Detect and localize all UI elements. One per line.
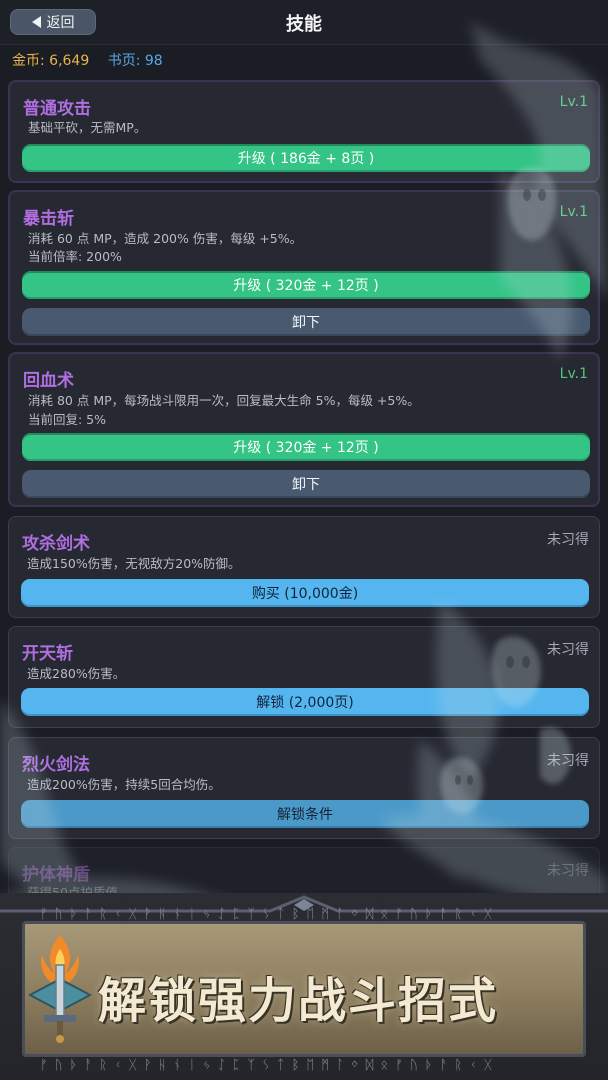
rune-border-bottom: ᚠᚢᚦᚨᚱᚲᚷᚹᚺᚾᛁᛃᛇᛈᛉᛊᛏᛒᛖᛗᛚᛜᛞᛟᚠᚢᚦᚨᚱᚲᚷ (40, 1058, 499, 1073)
skill-status: 未习得 (547, 863, 589, 879)
skill-status: 未习得 (547, 532, 589, 548)
flaming-sword-icon (27, 935, 93, 1043)
skill-description: 消耗 80 点 MP，每场战斗限用一次，回复最大生命 5%，每级 +5%。 (28, 393, 420, 408)
page-title: 技能 (286, 14, 322, 35)
skill-card-blazing-sword: 烈火剑法 未习得 造成200%伤害，持续5回合均伤。 解锁条件 (8, 737, 600, 839)
top-bar: 返回 技能 (0, 0, 608, 45)
skill-card-assault-sword: 攻杀剑术 未习得 造成150%伤害，无视敌方20%防御。 购买 (10,000金… (8, 516, 600, 618)
currency-bar: 金币: 6,649 书页: 98 (12, 50, 163, 70)
skill-status: 未习得 (547, 753, 589, 769)
skill-name: 普通攻击 (23, 99, 91, 119)
unlock-button[interactable]: 解锁 (2,000页) (21, 688, 589, 716)
skill-description: 消耗 60 点 MP，造成 200% 伤害，每级 +5%。 (28, 231, 303, 246)
upgrade-button[interactable]: 升级 ( 320金 + 12页 ) (22, 271, 590, 299)
skill-name: 回血术 (23, 371, 74, 391)
unequip-button[interactable]: 卸下 (22, 470, 590, 498)
skill-description: 造成200%伤害，持续5回合均伤。 (27, 777, 221, 792)
skill-card-basic-attack: 普通攻击 Lv.1 基础平砍，无需MP。 升级 ( 186金 + 8页 ) (8, 80, 600, 183)
upgrade-button[interactable]: 升级 ( 186金 + 8页 ) (22, 144, 590, 172)
skill-name: 暴击斩 (23, 209, 74, 229)
skill-current-value: 当前回复: 5% (28, 412, 107, 427)
skill-name: 攻杀剑术 (22, 534, 90, 554)
skill-description: 造成150%伤害，无视敌方20%防御。 (27, 556, 241, 571)
skill-name: 护体神盾 (22, 865, 90, 885)
skill-name: 开天斩 (22, 644, 73, 664)
skill-level: Lv.1 (559, 204, 588, 220)
unequip-button[interactable]: 卸下 (22, 308, 590, 336)
skill-current-value: 当前倍率: 200% (28, 249, 122, 264)
rune-border-top: ᚠᚢᚦᚨᚱᚲᚷᚹᚺᚾᛁᛃᛇᛈᛉᛊᛏᛒᛖᛗᛚᛜᛞᛟᚠᚢᚦᚨᚱᚲᚷ (40, 907, 499, 922)
banner-slogan: 解锁强力战斗招式 (98, 973, 499, 1029)
pages-count: 书页: 98 (107, 53, 163, 69)
skill-level: Lv.1 (559, 366, 588, 382)
skill-card-sky-splitter: 开天斩 未习得 造成280%伤害。 解锁 (2,000页) (8, 626, 600, 728)
buy-button[interactable]: 购买 (10,000金) (21, 579, 589, 607)
promo-banner: ᚠᚢᚦᚨᚱᚲᚷᚹᚺᚾᛁᛃᛇᛈᛉᛊᛏᛒᛖᛗᛚᛜᛞᛟᚠᚢᚦᚨᚱᚲᚷ ᚠᚢᚦᚨᚱᚲᚷᚹ… (0, 893, 608, 1080)
skill-card-critical-slash: 暴击斩 Lv.1 消耗 60 点 MP，造成 200% 伤害，每级 +5%。 当… (8, 190, 600, 345)
upgrade-button[interactable]: 升级 ( 320金 + 12页 ) (22, 433, 590, 461)
unlock-conditions-button[interactable]: 解锁条件 (21, 800, 589, 828)
skill-description: 造成280%伤害。 (27, 666, 126, 681)
skill-level: Lv.1 (559, 94, 588, 110)
skill-card-heal: 回血术 Lv.1 消耗 80 点 MP，每场战斗限用一次，回复最大生命 5%，每… (8, 352, 600, 507)
skill-description: 基础平砍，无需MP。 (28, 120, 147, 135)
skill-status: 未习得 (547, 642, 589, 658)
gold-count: 金币: 6,649 (12, 53, 90, 69)
skill-name: 烈火剑法 (22, 755, 90, 775)
